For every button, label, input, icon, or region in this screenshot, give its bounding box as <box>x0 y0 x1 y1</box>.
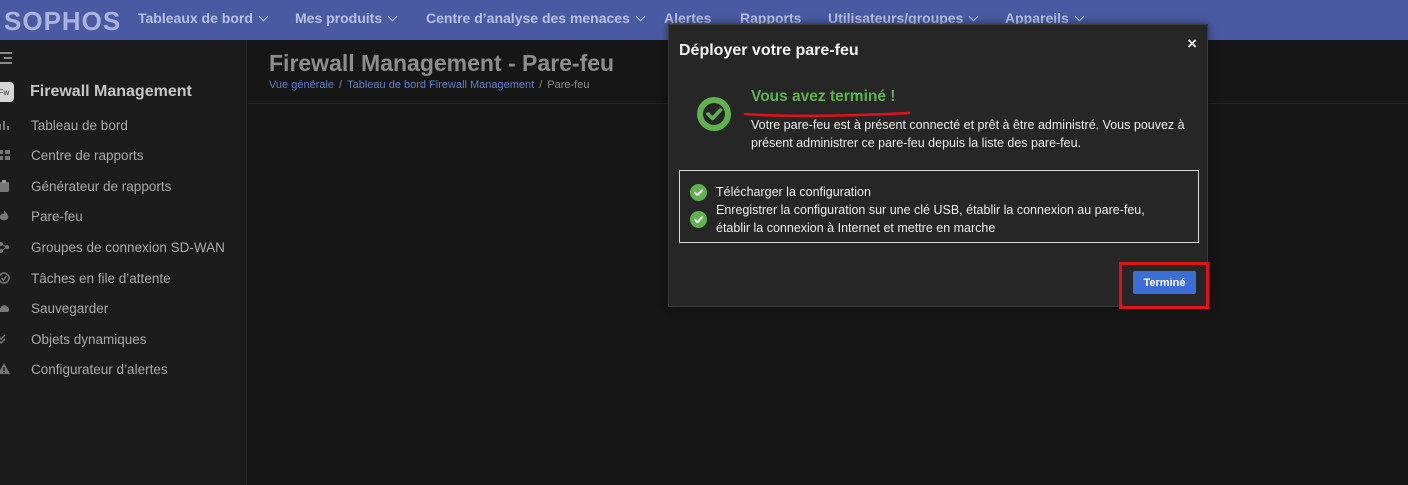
clipboard-icon <box>0 180 9 192</box>
firewall-badge-icon: Fw <box>0 82 14 102</box>
step-download-configuration: Télécharger la configuration <box>716 185 871 199</box>
breadcrumb-separator: / <box>339 79 343 91</box>
sidebar-item-label: Objets dynamiques <box>31 331 147 347</box>
cloud-icon <box>0 305 10 312</box>
sidebar-item-label: Pare-feu <box>31 208 83 224</box>
step-check-icon <box>690 211 707 228</box>
chevron-down-icon <box>635 11 646 21</box>
nav-centre-analyse-menaces[interactable]: Centre d’analyse des menaces <box>426 10 646 26</box>
sidebar-item-label: Groupes de connexion SD-WAN <box>31 239 225 255</box>
done-button[interactable]: Terminé <box>1133 271 1196 294</box>
check-circle-icon <box>0 272 10 284</box>
flame-icon <box>0 210 9 221</box>
success-check-icon <box>697 97 731 131</box>
sidebar-item-label: Configurateur d’alertes <box>31 361 168 377</box>
nav-mes-produits[interactable]: Mes produits <box>295 10 398 26</box>
step-check-icon <box>690 184 707 201</box>
chevron-down-icon <box>968 11 979 21</box>
sidebar-item-label: Générateur de rapports <box>31 178 172 194</box>
sidebar-item-sauvegarder[interactable]: Sauvegarder <box>0 297 246 319</box>
chevron-down-icon <box>387 11 398 21</box>
collapse-sidebar-icon[interactable] <box>0 52 14 66</box>
step-save-usb-line1: Enregistrer la configuration sur une clé… <box>716 203 1145 217</box>
sidebar-item-centre-de-rapports[interactable]: Centre de rapports <box>0 144 246 166</box>
page-title: Firewall Management - Pare-feu <box>269 50 615 76</box>
grid-icon <box>0 150 10 160</box>
chevron-down-icon <box>1074 11 1085 21</box>
sidebar-item-tableau-de-bord[interactable]: Tableau de bord <box>0 114 246 136</box>
chevron-down-icon <box>258 11 269 21</box>
sidebar-item-label: Tâches en file d’attente <box>31 270 171 286</box>
success-message: Votre pare-feu est à présent connecté et… <box>751 118 1185 150</box>
double-check-icon <box>0 334 6 345</box>
sidebar: Fw Firewall Management Tableau de bord C… <box>0 40 247 485</box>
sidebar-item-pare-feu[interactable]: Pare-feu <box>0 205 246 227</box>
sidebar-item-label: Sauvegarder <box>31 300 109 316</box>
close-icon[interactable]: × <box>1187 35 1197 52</box>
sidebar-title: Firewall Management <box>30 83 192 100</box>
step-save-usb-line2: établir la connexion à Internet et mettr… <box>716 221 996 235</box>
sidebar-item-label: Tableau de bord <box>31 117 128 133</box>
warning-icon <box>0 363 10 374</box>
sidebar-item-label: Centre de rapports <box>31 147 144 163</box>
nav-label: Tableaux de bord <box>138 10 253 26</box>
nav-tableaux-de-bord[interactable]: Tableaux de bord <box>138 10 269 26</box>
sidebar-item-configurateur-alertes[interactable]: Configurateur d’alertes <box>0 358 246 380</box>
sidebar-item-generateur-de-rapports[interactable]: Générateur de rapports <box>0 175 246 197</box>
breadcrumb-link-vue-generale[interactable]: Vue générale <box>269 79 334 91</box>
breadcrumb: Vue générale / Tableau de bord Firewall … <box>269 79 589 91</box>
deployment-steps-box: Télécharger la configuration Enregistrer… <box>679 170 1199 243</box>
modal-title: Déployer votre pare-feu <box>679 42 859 59</box>
nav-label: Mes produits <box>295 10 383 26</box>
deploy-firewall-modal: Déployer votre pare-feu × Vous avez term… <box>668 24 1209 309</box>
nav-label: Centre d’analyse des menaces <box>426 10 630 26</box>
breadcrumb-link-tableau-de-bord[interactable]: Tableau de bord Firewall Management <box>347 79 534 91</box>
bar-chart-icon <box>0 121 9 130</box>
sidebar-item-taches-en-file[interactable]: Tâches en file d’attente <box>0 267 246 289</box>
sophos-logo[interactable]: SOPHOS <box>4 6 121 37</box>
breadcrumb-separator: / <box>539 79 543 91</box>
breadcrumb-current: Pare-feu <box>547 79 590 91</box>
sidebar-item-objets-dynamiques[interactable]: Objets dynamiques <box>0 328 246 350</box>
network-icon <box>0 242 9 253</box>
success-title: Vous avez terminé ! <box>751 88 896 105</box>
sidebar-item-groupes-sd-wan[interactable]: Groupes de connexion SD-WAN <box>0 236 246 258</box>
